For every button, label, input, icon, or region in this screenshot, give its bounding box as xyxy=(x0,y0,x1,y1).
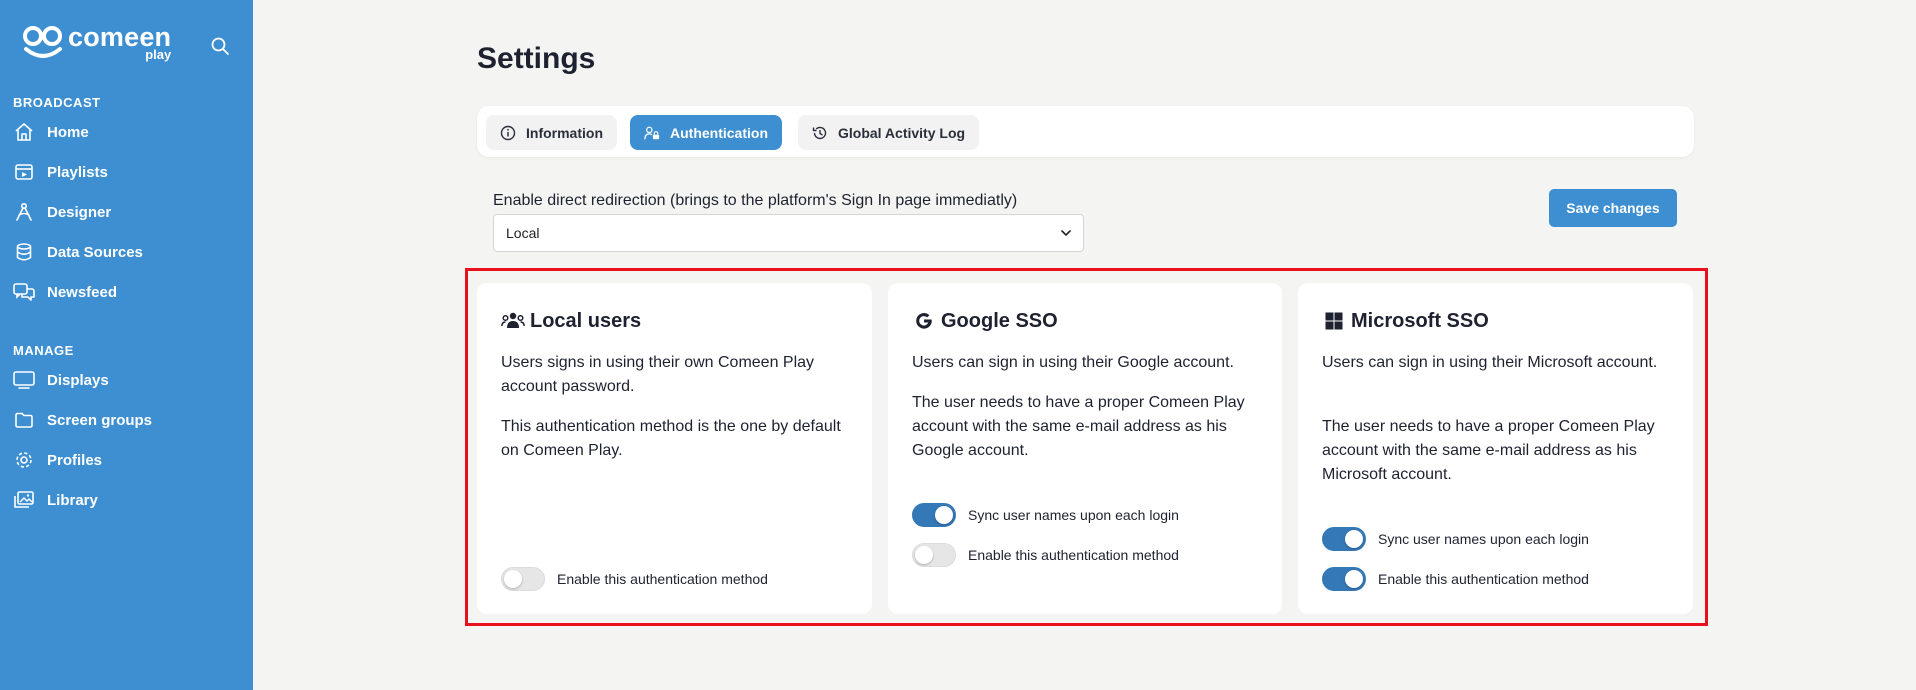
tab-information[interactable]: Information xyxy=(486,115,617,150)
folder-icon xyxy=(13,409,35,431)
sync-names-toggle[interactable] xyxy=(912,503,956,527)
card-title-text: Local users xyxy=(530,309,642,332)
card-local-users: Local users Users signs in using their o… xyxy=(477,283,872,614)
sidebar-item-label: Screen groups xyxy=(47,411,153,429)
card-description: This authentication method is the one by… xyxy=(501,418,841,459)
save-changes-button[interactable]: Save changes xyxy=(1549,189,1677,227)
history-icon xyxy=(812,125,828,141)
card-title-text: Google SSO xyxy=(941,309,1058,332)
card-google-sso: Google SSO Users can sign in using their… xyxy=(888,283,1282,614)
images-icon xyxy=(13,489,35,511)
sidebar-item-label: Library xyxy=(47,491,98,509)
newsfeed-icon xyxy=(13,281,35,303)
sidebar-item-label: Designer xyxy=(47,203,112,221)
sidebar-item-label: Data Sources xyxy=(47,243,143,261)
toggle-label: Sync user names upon each login xyxy=(1378,531,1589,547)
enable-method-toggle[interactable] xyxy=(1322,567,1366,591)
tab-label: Global Activity Log xyxy=(838,124,966,141)
sidebar-item-screen-groups[interactable]: Screen groups xyxy=(13,406,152,434)
database-icon xyxy=(13,241,35,263)
google-icon xyxy=(912,309,936,333)
redirection-label: Enable direct redirection (brings to the… xyxy=(493,192,1018,209)
user-lock-icon xyxy=(644,125,660,141)
enable-method-toggle[interactable] xyxy=(912,543,956,567)
sidebar-item-label: Playlists xyxy=(47,163,108,181)
card-description: The user needs to have a proper Comeen P… xyxy=(912,394,1245,459)
sidebar-item-data-sources[interactable]: Data Sources xyxy=(13,238,143,266)
gear-icon xyxy=(13,449,35,471)
users-icon xyxy=(501,309,525,333)
toggle-label: Sync user names upon each login xyxy=(968,507,1179,523)
sidebar-item-label: Newsfeed xyxy=(47,283,118,301)
sidebar-search-button[interactable] xyxy=(210,36,232,58)
search-icon xyxy=(211,37,229,55)
sidebar: comeen play BROADCAST Home Playlists Des… xyxy=(0,0,253,690)
sidebar-item-label: Home xyxy=(47,123,89,141)
tab-label: Authentication xyxy=(670,124,768,141)
toggle-row-enable-method: Enable this authentication method xyxy=(501,567,768,591)
sidebar-item-designer[interactable]: Designer xyxy=(13,198,111,226)
sidebar-item-displays[interactable]: Displays xyxy=(13,366,109,394)
enable-method-toggle[interactable] xyxy=(501,567,545,591)
tab-global-activity-log[interactable]: Global Activity Log xyxy=(798,115,980,150)
card-title: Local users xyxy=(501,309,641,333)
tab-label: Information xyxy=(526,124,603,141)
toggle-label: Enable this authentication method xyxy=(968,547,1179,563)
brand-logo[interactable]: comeen play xyxy=(22,24,171,61)
tab-authentication[interactable]: Authentication xyxy=(630,115,782,150)
sync-names-toggle[interactable] xyxy=(1322,527,1366,551)
card-description: Users signs in using their own Comeen Pl… xyxy=(501,354,815,395)
card-microsoft-sso: Microsoft SSO Users can sign in using th… xyxy=(1298,283,1693,614)
info-icon xyxy=(500,125,516,141)
card-title: Microsoft SSO xyxy=(1322,309,1489,333)
comeen-logo-icon xyxy=(23,26,62,58)
sidebar-section-broadcast: BROADCAST xyxy=(13,95,101,110)
microsoft-icon xyxy=(1322,309,1346,333)
sidebar-item-home[interactable]: Home xyxy=(13,118,89,146)
designer-icon xyxy=(13,201,35,223)
toggle-row-sync-names: Sync user names upon each login xyxy=(1322,527,1589,551)
settings-tabs: Information Authentication Global Activi… xyxy=(477,106,1694,157)
toggle-label: Enable this authentication method xyxy=(1378,571,1589,587)
sidebar-item-newsfeed[interactable]: Newsfeed xyxy=(13,278,117,306)
sidebar-item-label: Displays xyxy=(47,371,109,389)
toggle-label: Enable this authentication method xyxy=(557,571,768,587)
redirection-select[interactable]: Local xyxy=(493,214,1084,252)
page-title: Settings xyxy=(477,42,596,75)
home-icon xyxy=(13,121,35,143)
toggle-row-enable-method: Enable this authentication method xyxy=(912,543,1179,567)
sidebar-item-label: Profiles xyxy=(47,451,103,469)
card-description: The user needs to have a proper Comeen P… xyxy=(1322,418,1655,483)
playlist-icon xyxy=(13,161,35,183)
sidebar-item-playlists[interactable]: Playlists xyxy=(13,158,108,186)
monitor-icon xyxy=(13,369,35,391)
card-description: Users can sign in using their Microsoft … xyxy=(1322,354,1658,371)
sidebar-section-manage: MANAGE xyxy=(13,343,74,358)
card-title-text: Microsoft SSO xyxy=(1351,309,1489,332)
chevron-down-icon xyxy=(1061,230,1071,237)
sidebar-item-library[interactable]: Library xyxy=(13,486,98,514)
toggle-row-enable-method: Enable this authentication method xyxy=(1322,567,1589,591)
redirection-selected-value: Local xyxy=(506,225,540,241)
toggle-row-sync-names: Sync user names upon each login xyxy=(912,503,1179,527)
sidebar-item-profiles[interactable]: Profiles xyxy=(13,446,102,474)
card-description: Users can sign in using their Google acc… xyxy=(912,354,1234,371)
card-title: Google SSO xyxy=(912,309,1058,333)
